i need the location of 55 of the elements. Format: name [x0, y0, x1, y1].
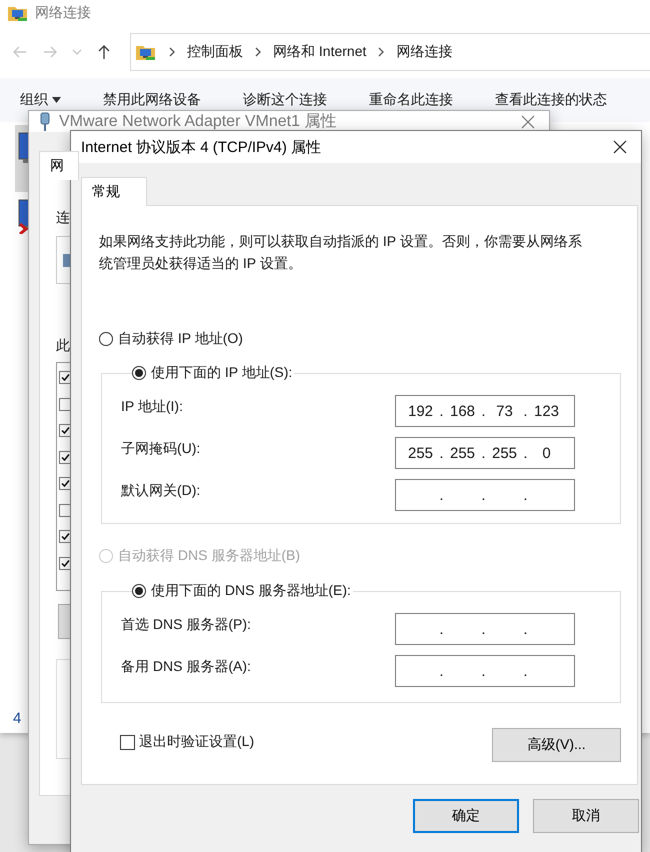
radio-label[interactable]: 使用下面的 IP 地址(S): — [151, 364, 292, 382]
checkmark-icon — [61, 479, 70, 488]
breadcrumb[interactable]: 网络和 Internet — [273, 43, 366, 61]
breadcrumb[interactable]: 控制面板 — [187, 43, 243, 61]
close-icon — [521, 114, 535, 128]
ip-address-field[interactable]: 192 . 168 . 73 . 123 — [395, 395, 575, 427]
up-icon[interactable] — [96, 44, 112, 60]
checkmark-icon — [61, 426, 70, 435]
radio-button[interactable] — [99, 332, 113, 346]
advanced-button[interactable]: 高级(V)... — [492, 728, 621, 762]
checkbox[interactable] — [120, 734, 135, 750]
toolbar-button[interactable]: 重命名此连接 — [369, 91, 453, 109]
checkmark-icon — [61, 532, 70, 541]
checkmark-icon — [61, 452, 70, 462]
ip-address-field[interactable]: . . . — [395, 613, 575, 645]
description-text: 如果网络支持此功能，则可以获取自动指派的 IP 设置。否则，你需要从网络系统管理员处获得适当的 IP 设置。 — [99, 232, 583, 273]
tab[interactable]: 网 — [39, 151, 79, 180]
section-label: 连 — [56, 208, 70, 227]
caret-icon — [52, 97, 61, 103]
chevron-icon[interactable] — [253, 47, 263, 57]
address-bar[interactable]: 控制面板 网络和 Internet 网络连接 — [130, 33, 650, 71]
toolbar-button[interactable]: 诊断这个连接 — [243, 91, 327, 109]
field-label: 默认网关(D): — [121, 481, 200, 500]
radio-button[interactable] — [132, 584, 146, 598]
network-folder-icon — [7, 4, 29, 22]
field-label: 子网掩码(U): — [121, 439, 200, 458]
window-title: 网络连接 — [35, 4, 91, 22]
toolbar-button[interactable]: 查看此连接的状态 — [495, 91, 607, 109]
window-title: Internet 协议版本 4 (TCP/IPv4) 属性 — [81, 138, 322, 156]
ip-address-field[interactable]: . . . — [395, 479, 575, 511]
cancel-button[interactable]: 取消 — [533, 799, 639, 833]
checkbox-label[interactable]: 退出时验证设置(L) — [139, 733, 254, 751]
network-folder-icon — [135, 43, 157, 61]
chevron-icon[interactable] — [167, 47, 177, 57]
radio-label[interactable]: 使用下面的 DNS 服务器地址(E): — [151, 582, 351, 600]
field-label: 首选 DNS 服务器(P): — [121, 615, 251, 634]
breadcrumb[interactable]: 网络连接 — [396, 43, 452, 61]
ip-address-field[interactable]: . . . — [395, 655, 575, 687]
chevron-icon[interactable] — [376, 47, 386, 57]
item-count: 4 — [13, 710, 22, 726]
checkmark-icon — [61, 373, 70, 382]
radio-button[interactable] — [132, 366, 146, 380]
close-icon — [613, 140, 627, 154]
field-label: 备用 DNS 服务器(A): — [121, 657, 251, 676]
radio-label[interactable]: 自动获得 IP 地址(O) — [118, 330, 243, 348]
toolbar-button[interactable]: 禁用此网络设备 — [103, 91, 201, 109]
window-title: VMware Network Adapter VMnet1 属性 — [59, 112, 336, 132]
menu-button[interactable]: 组织 — [20, 91, 61, 109]
checkmark-icon — [61, 558, 70, 568]
ip-address-field[interactable]: 255 . 255 . 255 . 0 — [395, 437, 575, 469]
section-label: 此 — [56, 336, 70, 355]
field-label: IP 地址(I): — [121, 397, 183, 416]
ok-button[interactable]: 确定 — [413, 799, 519, 833]
tab[interactable]: 常规 — [81, 177, 147, 206]
cable-plug-icon — [39, 112, 51, 132]
